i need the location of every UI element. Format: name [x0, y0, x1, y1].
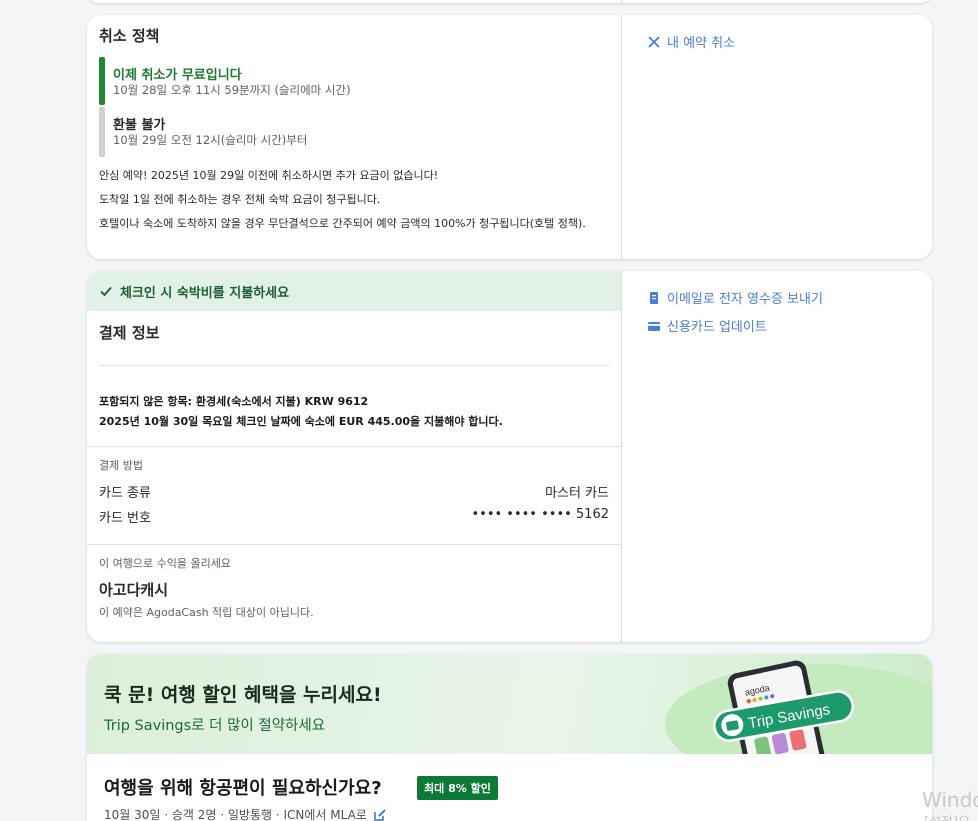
windows-activation-watermark: Windo	[922, 788, 978, 812]
credit-card-icon	[648, 321, 660, 331]
trip-savings-illustration: agoda Trip Savings	[665, 660, 932, 754]
cancellation-policy-title: 취소 정책	[99, 27, 160, 45]
cancel-note-1: 안심 예약! 2025년 10월 29일 이전에 취소하시면 추가 요금이 없습…	[99, 169, 439, 182]
cancel-note-2: 도착일 1일 전에 취소하는 경우 전체 숙박 요금이 청구됩니다.	[99, 193, 381, 206]
update-card-label: 신용카드 업데이트	[667, 320, 767, 335]
free-cancel-bar	[99, 57, 105, 105]
receipt-icon	[650, 291, 658, 304]
edit-icon[interactable]	[373, 808, 387, 821]
free-cancel-deadline: 10월 28일 오후 11시 59분까지 (슬리에마 시간)	[113, 83, 351, 97]
promo-title: 쿡 문! 여행 할인 혜택을 누리세요!	[104, 684, 382, 706]
discount-badge: 최대 8% 할인	[417, 776, 498, 800]
card-number-row: 카드 번호 •••• •••• •••• 5162	[99, 507, 609, 526]
divider	[87, 446, 621, 447]
previous-card	[87, 0, 932, 3]
earn-label: 이 여행으로 수익을 올리세요	[99, 557, 231, 570]
payment-info-title: 결제 정보	[99, 324, 160, 342]
nonrefund-bar	[99, 107, 105, 157]
agodacash-note: 이 예약은 AgodaCash 적립 대상이 아닙니다.	[99, 606, 314, 619]
card-number-label: 카드 번호	[99, 511, 151, 526]
card-type-value: 마스터 카드	[545, 486, 609, 501]
close-icon	[648, 35, 660, 48]
promo-subtitle[interactable]: Trip Savings로 더 많이 절약하세요	[104, 714, 325, 735]
divider	[87, 544, 621, 545]
banner-text: 체크인 시 숙박비를 지불하세요	[120, 285, 290, 301]
cancellation-policy-card: 취소 정책 이제 취소가 무료입니다 10월 28일 오후 11시 59분까지 …	[87, 15, 932, 259]
cancel-booking-label: 내 예약 취소	[667, 36, 736, 51]
nonrefund-title: 환불 불가	[113, 118, 166, 133]
column-divider	[621, 15, 622, 259]
nonrefund-from: 10월 29일 오전 12시(슬리마 시간)부터	[113, 133, 308, 147]
divider	[99, 365, 609, 366]
email-receipt-link[interactable]: 이메일로 전자 영수증 보내기	[647, 288, 823, 307]
windows-activation-watermark-sub: [설정]으	[924, 811, 970, 821]
column-divider	[621, 0, 622, 3]
flight-details: 10월 30일 · 승객 2명 · 일방통행 · ICN에서 MLA로	[104, 806, 387, 821]
card-type-row: 카드 종류 마스터 카드	[99, 482, 609, 501]
not-included-items: 포함되지 않은 항목: 환경세(숙소에서 지불) KRW 9612	[99, 395, 369, 408]
checkmark-icon	[100, 286, 112, 297]
column-divider	[621, 271, 622, 642]
pay-at-checkin-banner: 체크인 시 숙박비를 지불하세요	[87, 271, 621, 311]
flight-details-text: 10월 30일 · 승객 2명 · 일방통행 · ICN에서 MLA로	[104, 808, 367, 821]
agodacash-title: 아고다캐시	[99, 581, 169, 599]
email-receipt-label: 이메일로 전자 영수증 보내기	[667, 292, 823, 307]
cancel-note-3: 호텔이나 숙소에 도착하지 않을 경우 무단결석으로 간주되어 예약 금액의 1…	[99, 217, 586, 230]
trip-savings-card: 쿡 문! 여행 할인 혜택을 누리세요! Trip Savings로 더 많이 …	[87, 654, 932, 821]
payment-card: 체크인 시 숙박비를 지불하세요 결제 정보 포함되지 않은 항목: 환경세(숙…	[87, 271, 932, 642]
flight-offer-title: 여행을 위해 항공편이 필요하신가요?	[104, 778, 382, 799]
card-type-label: 카드 종류	[99, 486, 151, 501]
free-cancel-title: 이제 취소가 무료입니다	[113, 68, 242, 83]
pay-at-checkin-text: 2025년 10월 30일 목요일 체크인 날짜에 숙소에 EUR 445.00…	[99, 415, 503, 428]
update-card-link[interactable]: 신용카드 업데이트	[647, 316, 767, 335]
payment-method-label: 결제 방법	[99, 459, 143, 472]
cancel-booking-link[interactable]: 내 예약 취소	[647, 32, 735, 51]
card-number-value: •••• •••• •••• 5162	[471, 507, 610, 522]
